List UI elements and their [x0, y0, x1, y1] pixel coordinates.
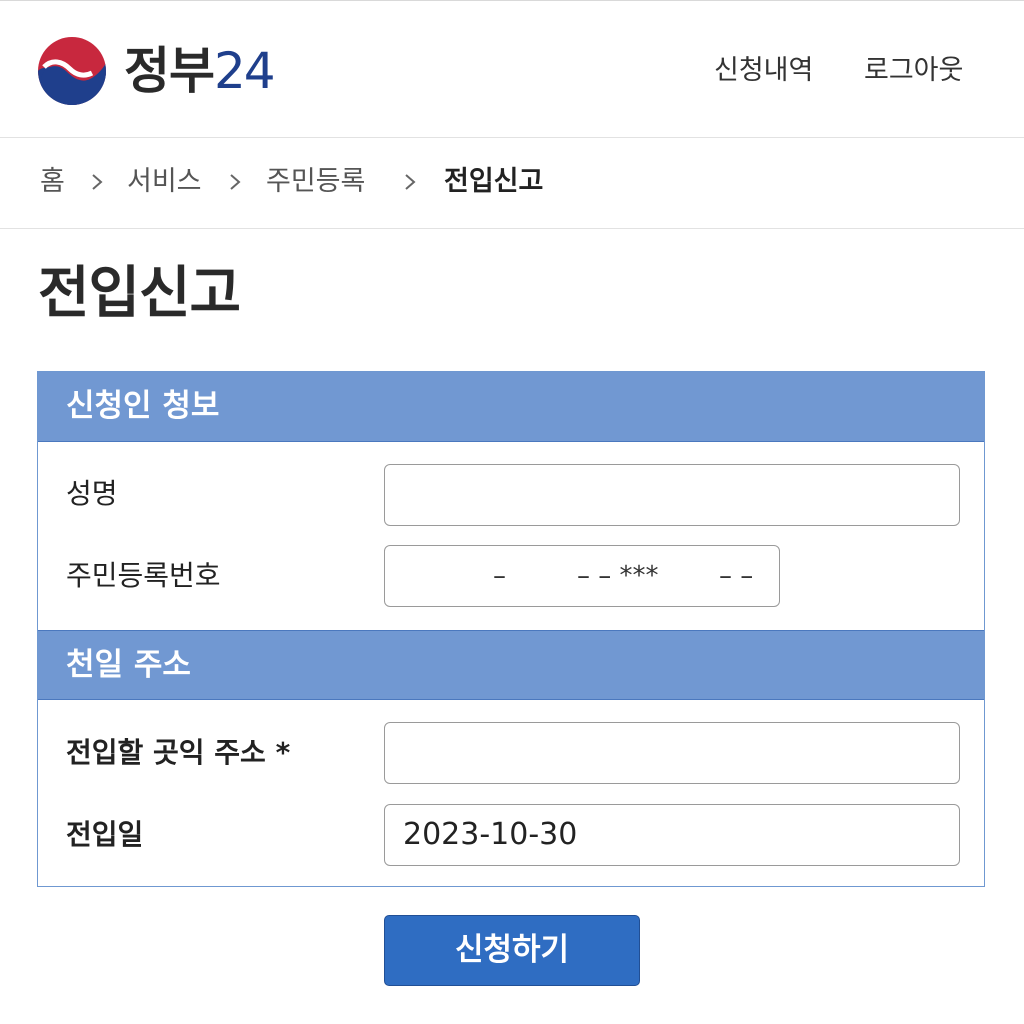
move-in-date-label: 전입일: [66, 818, 144, 851]
chevron-right-icon: [228, 162, 242, 214]
move-in-report-form: 신청인 청보 성명 주민등록번호 – – – *** – – 천일 주소 전입할…: [37, 371, 985, 887]
nav-application-history-link[interactable]: 신청내역: [714, 51, 813, 91]
section-title-address: 천일 주소: [66, 647, 191, 683]
breadcrumb-item-home[interactable]: 홈: [40, 162, 65, 202]
chevron-right-icon: [90, 162, 104, 214]
rrn-input[interactable]: – – – *** – –: [384, 545, 780, 607]
move-in-date-input[interactable]: 2023-10-30: [384, 804, 960, 866]
rrn-mask-part-1: –: [493, 561, 506, 591]
logo-text-number: 24: [214, 42, 276, 100]
logo-text-korean: 정부: [124, 42, 215, 100]
breadcrumb-item-current: 전입신고: [444, 166, 544, 197]
submit-button[interactable]: 신청하기: [384, 915, 640, 986]
name-label: 성명: [66, 477, 118, 510]
chevron-right-icon: [403, 162, 417, 214]
site-header: 정부24 신청내역 로그아웃: [0, 1, 1024, 138]
section-header-applicant: 신청인 청보: [38, 372, 984, 442]
move-in-address-label: 전입할 곳익 주소 *: [66, 736, 291, 769]
taegeuk-emblem-icon[interactable]: [38, 37, 106, 105]
section-header-address: 천일 주소: [38, 630, 984, 700]
name-input[interactable]: [384, 464, 960, 526]
site-logo-text[interactable]: 정부24: [124, 39, 276, 103]
rrn-mask-part-2: – – ***: [577, 561, 659, 591]
breadcrumb: 홈 서비스 주민등록 전입신고: [0, 138, 1024, 229]
page-title: 전입신고: [38, 261, 241, 326]
move-in-address-input[interactable]: [384, 722, 960, 784]
breadcrumb-item-services[interactable]: 서비스: [127, 162, 202, 202]
rrn-label: 주민등록번호: [66, 559, 221, 592]
nav-logout-link[interactable]: 로그아웃: [864, 51, 963, 91]
section-title-applicant: 신청인 청보: [66, 388, 220, 424]
breadcrumb-item-resident-registration[interactable]: 주민등록: [266, 162, 365, 202]
rrn-mask-part-3: – –: [719, 561, 754, 591]
